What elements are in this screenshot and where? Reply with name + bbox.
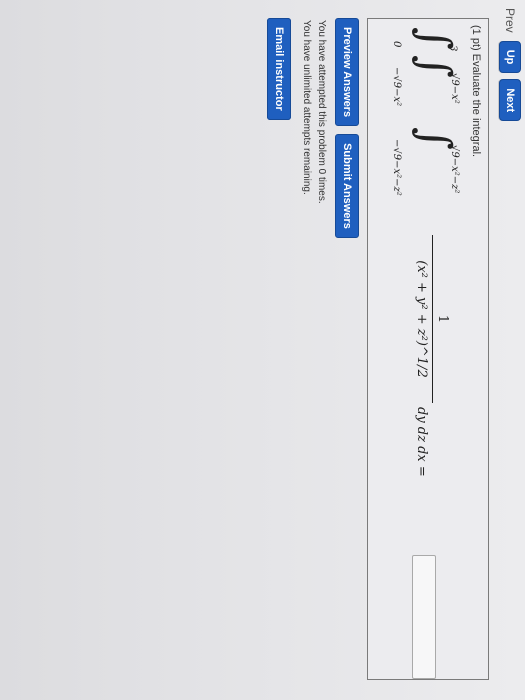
limit-middle-lower: −√9−x² bbox=[391, 67, 402, 107]
up-button[interactable]: Up bbox=[499, 40, 521, 74]
limit-inner-upper: √9−x²−z² bbox=[449, 145, 460, 194]
prev-link[interactable]: Prev bbox=[500, 6, 520, 35]
limit-outer-lower: 0 bbox=[391, 41, 402, 48]
answer-input[interactable] bbox=[412, 555, 436, 679]
problem-prompt: (1 pt) Evaluate the integral. bbox=[470, 25, 482, 158]
differentials: dy dz dx = bbox=[414, 407, 429, 477]
integrand-denominator: (x² + y² + z²)^1/2 bbox=[414, 260, 429, 378]
integrand-fraction: 1 (x² + y² + z²)^1/2 bbox=[414, 235, 450, 403]
page: Prev Up Next (1 pt) Evaluate the integra… bbox=[0, 0, 525, 700]
nav-bar: Prev Up Next bbox=[499, 6, 521, 122]
attempted-text: You have attempted this problem 0 times. bbox=[316, 20, 327, 204]
attempt-status: You have attempted this problem 0 times.… bbox=[299, 20, 329, 204]
preview-answers-button[interactable]: Preview Answers bbox=[335, 18, 359, 127]
integrand-numerator: 1 bbox=[435, 314, 450, 324]
limit-inner-lower: −√9−x²−z² bbox=[391, 139, 402, 196]
limit-outer-upper: 3 bbox=[447, 45, 458, 52]
next-button[interactable]: Next bbox=[499, 79, 521, 122]
limit-middle-upper: √9−x² bbox=[449, 73, 460, 104]
problem-box: (1 pt) Evaluate the integral. ∫ 3 0 ∫ √9… bbox=[367, 18, 489, 680]
remaining-text: You have unlimited attempts remaining. bbox=[301, 20, 312, 195]
answer-actions: Preview Answers Submit Answers bbox=[335, 18, 359, 238]
integral-expression: ∫ 3 0 ∫ √9−x² −√9−x² ∫ √9−x²−z² −√9−x²−z… bbox=[380, 27, 460, 679]
fraction-bar bbox=[432, 235, 433, 403]
submit-answers-button[interactable]: Submit Answers bbox=[335, 134, 359, 238]
email-instructor-button[interactable]: Email instructor bbox=[267, 18, 291, 120]
